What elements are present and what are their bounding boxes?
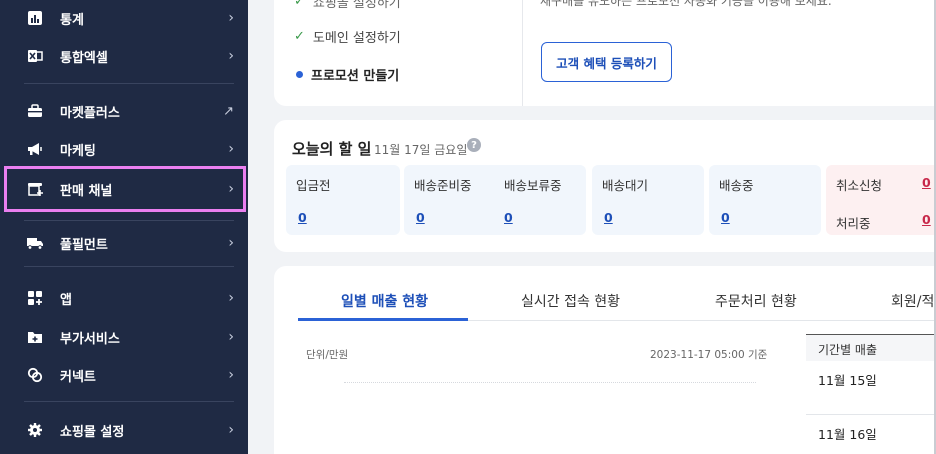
sidebar-item-shop-settings[interactable]: 쇼핑몰 설정 ›: [0, 412, 248, 448]
current-step-dot-icon: [296, 71, 303, 78]
sidebar-item-label: 마케팅: [60, 143, 96, 159]
status-box-payment-pending[interactable]: 입금전 0: [286, 165, 400, 235]
sidebar-item-apps[interactable]: 앱 ›: [0, 280, 248, 316]
setup-item-label: 쇼핑몰 설정하기: [312, 0, 401, 11]
table-row-date: 11월 15일: [818, 373, 877, 388]
table-row: 11월 15일: [806, 362, 936, 415]
chevron-right-icon: ›: [228, 48, 234, 64]
status-label: 배송대기: [602, 178, 649, 193]
chevron-right-icon: ›: [228, 181, 234, 197]
status-count[interactable]: 0: [504, 210, 513, 225]
sidebar-item-excel[interactable]: 통합엑셀 ›: [0, 38, 248, 74]
status-label: 배송준비중: [414, 178, 472, 193]
chevron-right-icon: ›: [228, 329, 234, 345]
sidebar: 통계 › 통합엑셀 › 마켓플러스 ↗ 마케팅 › 판매 채널 › 풀필먼트 ›…: [0, 0, 248, 454]
status-label: 취소신청: [836, 178, 883, 193]
period-sales-table-header: 기간별 매출: [806, 334, 936, 361]
status-count[interactable]: 0: [298, 210, 307, 225]
setup-item-label: 프로모션 만들기: [311, 69, 400, 84]
chevron-right-icon: ›: [228, 290, 234, 306]
sidebar-item-sales-channel[interactable]: 판매 채널 ›: [4, 166, 246, 212]
chevron-right-icon: ›: [228, 422, 234, 438]
sidebar-divider: [24, 83, 234, 84]
active-tab-indicator: [298, 318, 468, 321]
today-date: 11월 17일 금요일: [374, 143, 468, 157]
chart-gridline: [344, 382, 756, 383]
status-count[interactable]: 0: [922, 212, 931, 227]
sidebar-item-label: 부가서비스: [60, 331, 120, 347]
gear-icon: [26, 421, 44, 439]
external-link-icon: ↗: [223, 103, 234, 119]
tab-order-processing[interactable]: 주문처리 현황: [715, 291, 797, 311]
status-count[interactable]: 0: [416, 210, 425, 225]
status-box-shipping-prep[interactable]: 배송준비중 0 배송보류중 0: [404, 165, 586, 235]
check-icon: ✓: [294, 0, 305, 9]
table-header-label: 기간별 매출: [818, 343, 878, 357]
sidebar-divider: [24, 401, 234, 402]
sidebar-item-label: 통계: [60, 12, 84, 28]
sidebar-divider: [24, 266, 234, 267]
sidebar-item-connect[interactable]: 커넥트 ›: [0, 357, 248, 393]
unit-label: 단위/만원: [306, 349, 349, 361]
sidebar-item-label: 풀필먼트: [60, 237, 108, 253]
apps-grid-icon: [26, 289, 44, 307]
promotion-description: 재구매를 유도하는 프로모션 자동화 기능을 이용해 보세요.: [540, 0, 832, 8]
chevron-right-icon: ›: [228, 367, 234, 383]
chevron-right-icon: ›: [228, 235, 234, 251]
today-title: 오늘의 할 일: [292, 140, 372, 158]
sidebar-item-marketing[interactable]: 마케팅 ›: [0, 131, 248, 167]
help-icon[interactable]: ?: [467, 138, 481, 152]
benefit-register-button[interactable]: 고객 혜택 등록하기: [541, 42, 672, 82]
folder-plus-icon: [26, 328, 44, 346]
setup-item-label: 도메인 설정하기: [312, 31, 401, 46]
check-icon: ✓: [294, 29, 305, 44]
chevron-right-icon: ›: [228, 141, 234, 157]
sidebar-item-label: 앱: [60, 292, 72, 308]
setup-item-domain[interactable]: ✓ 도메인 설정하기: [294, 27, 401, 46]
status-count[interactable]: 0: [604, 210, 613, 225]
status-box-in-transit[interactable]: 배송중 0: [709, 165, 821, 235]
table-row: 11월 16일: [806, 416, 936, 454]
megaphone-icon: [26, 140, 44, 158]
sidebar-item-label: 통합엑셀: [60, 50, 108, 66]
store-plus-icon: [26, 180, 44, 198]
sidebar-item-label: 마켓플러스: [60, 105, 120, 121]
sidebar-item-label: 판매 채널: [60, 183, 113, 199]
sidebar-divider: [24, 220, 234, 221]
excel-icon: [26, 47, 44, 65]
sidebar-item-addon-services[interactable]: 부가서비스 ›: [0, 319, 248, 355]
setup-card: ✓ 쇼핑몰 설정하기 ✓ 도메인 설정하기 프로모션 만들기 재구매를 유도하는…: [274, 0, 936, 106]
sidebar-item-label: 커넥트: [60, 369, 96, 385]
main-content: ✓ 쇼핑몰 설정하기 ✓ 도메인 설정하기 프로모션 만들기 재구매를 유도하는…: [248, 0, 936, 454]
update-timestamp: 2023-11-17 05:00 기준: [650, 349, 768, 361]
truck-icon: [26, 234, 44, 252]
setup-divider: [522, 0, 523, 106]
table-row-date: 11월 16일: [818, 427, 877, 442]
status-label: 입금전: [296, 178, 331, 193]
bar-chart-icon: [26, 9, 44, 27]
status-label: 배송보류중: [504, 178, 562, 193]
link-icon: [26, 366, 44, 384]
tab-daily-sales[interactable]: 일별 매출 현황: [341, 291, 428, 311]
chevron-right-icon: ›: [228, 10, 234, 26]
sidebar-item-label: 쇼핑몰 설정: [60, 424, 125, 440]
status-label: 배송중: [719, 178, 754, 193]
setup-item-promotion[interactable]: 프로모션 만들기: [296, 65, 399, 84]
sidebar-item-marketplus[interactable]: 마켓플러스 ↗: [0, 93, 248, 129]
sidebar-item-stats[interactable]: 통계 ›: [0, 0, 248, 36]
tab-realtime-visits[interactable]: 실시간 접속 현황: [521, 291, 620, 311]
status-label: 처리중: [836, 216, 871, 231]
briefcase-icon: [26, 102, 44, 120]
tab-members[interactable]: 회원/적: [891, 291, 934, 311]
status-box-cancel[interactable]: 취소신청 0 처리중 0: [826, 165, 936, 235]
status-box-shipping-wait[interactable]: 배송대기 0: [592, 165, 704, 235]
status-count[interactable]: 0: [922, 175, 931, 190]
sidebar-item-fulfillment[interactable]: 풀필먼트 ›: [0, 225, 248, 261]
setup-item-shop[interactable]: ✓ 쇼핑몰 설정하기: [294, 0, 401, 11]
status-count[interactable]: 0: [721, 210, 730, 225]
